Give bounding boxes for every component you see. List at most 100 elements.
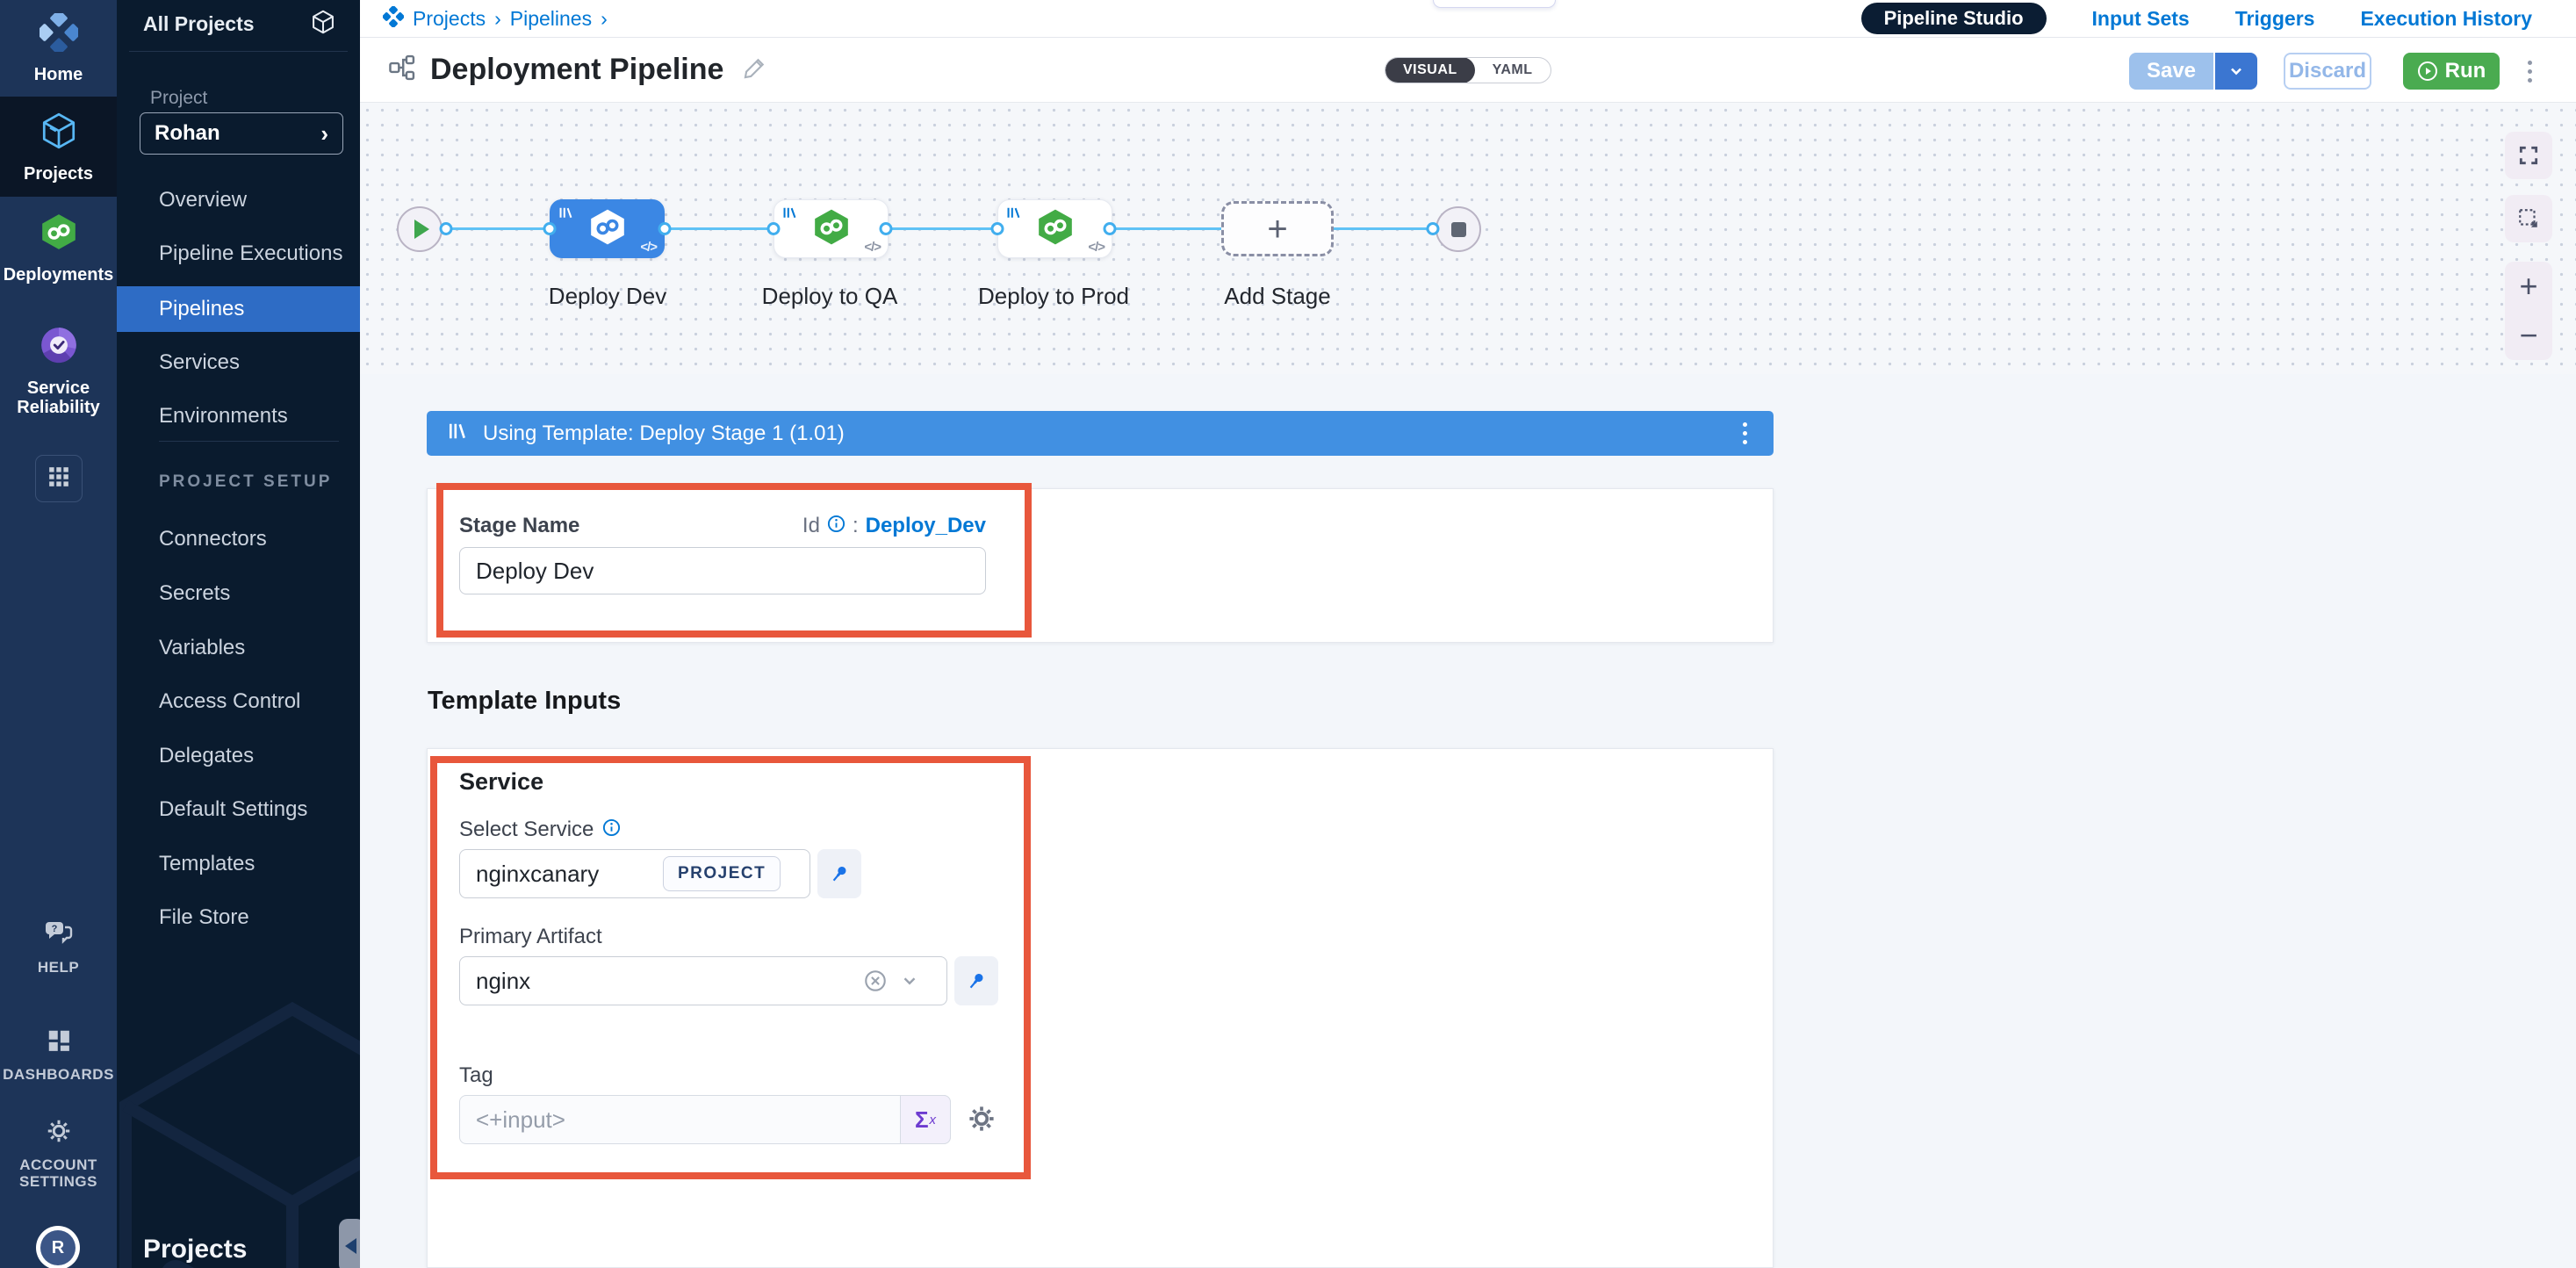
template-badge-icon — [558, 206, 573, 226]
node-port[interactable] — [991, 222, 1004, 235]
breadcrumb-link-pipelines[interactable]: Pipelines — [510, 7, 592, 31]
sidebar-item-pipeline-executions[interactable]: Pipeline Executions — [117, 231, 360, 277]
edit-pencil-icon[interactable] — [743, 55, 767, 84]
sidebar-item-services[interactable]: Services — [117, 340, 360, 385]
pipeline-end-node[interactable] — [1436, 206, 1481, 252]
rail-item-home[interactable]: Home — [0, 0, 117, 97]
cd-stage-icon — [1035, 206, 1076, 251]
sidebar-item-environments[interactable]: Environments — [117, 393, 360, 439]
expression-button[interactable]: Σx — [900, 1095, 951, 1144]
zoom-in-button[interactable]: + — [2505, 262, 2552, 311]
tag-label: Tag — [459, 1063, 493, 1088]
flow-connector — [443, 227, 550, 230]
fullscreen-icon — [2517, 144, 2540, 167]
sidebar-item-overview[interactable]: Overview — [117, 177, 360, 223]
save-options-button[interactable] — [2213, 53, 2257, 90]
service-heading: Service — [459, 768, 543, 796]
node-port[interactable] — [1427, 222, 1440, 235]
breadcrumb-link-projects[interactable]: Projects — [413, 7, 486, 31]
pipeline-start-node[interactable] — [397, 206, 443, 252]
rail-item-service-reliability[interactable]: Service Reliability — [0, 299, 117, 443]
node-port[interactable] — [767, 222, 781, 235]
header-kebab-menu-icon[interactable] — [2522, 55, 2537, 88]
stage-label: Deploy to QA — [733, 283, 926, 310]
gear-icon — [46, 1118, 72, 1149]
rail-item-label: ACCOUNT SETTINGS — [15, 1157, 103, 1190]
page-title: Deployment Pipeline — [430, 53, 723, 87]
service-scope-badge: PROJECT — [663, 856, 781, 891]
breadcrumb-bar: Projects › Pipelines › Pipeline Studio I… — [360, 0, 2576, 38]
stage-node-deploy-to-prod[interactable]: </> — [997, 199, 1112, 258]
clear-icon[interactable] — [863, 969, 888, 998]
tab-pipeline-studio[interactable]: Pipeline Studio — [1861, 3, 2047, 34]
toggle-visual[interactable]: VISUAL — [1385, 57, 1475, 83]
template-badge-icon — [1006, 206, 1021, 226]
rail-item-help[interactable]: ? HELP — [0, 913, 117, 983]
pin-service-button[interactable] — [817, 849, 861, 898]
pipeline-canvas[interactable]: </> </> </> + Deploy Dev Deploy — [360, 103, 2576, 374]
sidebar-item-label: Delegates — [159, 744, 254, 768]
tab-input-sets[interactable]: Input Sets — [2092, 7, 2190, 31]
pin-artifact-button[interactable] — [954, 956, 998, 1005]
cd-stage-icon — [811, 206, 852, 251]
sidebar-item-access-control[interactable]: Access Control — [117, 679, 360, 724]
breadcrumb-separator: › — [494, 7, 501, 31]
node-port[interactable] — [1104, 222, 1117, 235]
chevron-down-icon[interactable] — [900, 971, 919, 995]
node-port[interactable] — [880, 222, 893, 235]
dashboards-icon — [46, 1027, 72, 1058]
template-badge-icon — [782, 206, 797, 226]
discard-button[interactable]: Discard — [2284, 53, 2371, 90]
project-selector[interactable]: Rohan › — [140, 112, 343, 155]
project-selector-value: Rohan — [155, 121, 220, 146]
rail-item-account-settings[interactable]: ACCOUNT SETTINGS — [0, 1108, 117, 1200]
tag-input[interactable] — [459, 1095, 951, 1144]
tab-execution-history[interactable]: Execution History — [2360, 7, 2532, 31]
template-kebab-menu-icon[interactable] — [1738, 417, 1752, 450]
module-grid-button[interactable] — [35, 455, 83, 502]
using-template-bar[interactable]: Using Template: Deploy Stage 1 (1.01) — [427, 411, 1774, 456]
node-port[interactable] — [658, 222, 672, 235]
all-projects-cube-icon[interactable] — [310, 9, 336, 40]
rail-item-dashboards[interactable]: DASHBOARDS — [0, 1017, 117, 1094]
sidebar-collapse-button[interactable] — [339, 1219, 360, 1268]
rail-item-projects[interactable]: Projects — [0, 97, 117, 197]
stage-name-input[interactable] — [459, 547, 986, 594]
sidebar-item-file-store[interactable]: File Store — [117, 895, 360, 940]
stage-name-panel: Stage Name Id : Deploy_Dev — [427, 488, 1774, 643]
sidebar-item-connectors[interactable]: Connectors — [117, 516, 360, 562]
canvas-select-button[interactable] — [2505, 195, 2552, 242]
add-stage-label: Add Stage — [1181, 283, 1374, 310]
sidebar-item-delegates[interactable]: Delegates — [117, 733, 360, 779]
toggle-yaml[interactable]: YAML — [1475, 57, 1551, 83]
breadcrumb-separator: › — [601, 7, 608, 31]
stage-node-deploy-dev[interactable]: </> — [550, 199, 665, 258]
add-stage-button[interactable]: + — [1221, 201, 1334, 256]
sigma-x: x — [930, 1113, 937, 1128]
selection-box-icon — [2517, 207, 2540, 230]
user-avatar[interactable]: R — [36, 1226, 80, 1268]
rail-item-deployments[interactable]: Deployments — [0, 197, 117, 299]
run-button[interactable]: Run — [2403, 53, 2500, 90]
tab-triggers[interactable]: Triggers — [2235, 7, 2315, 31]
sidebar-item-default-settings[interactable]: Default Settings — [117, 787, 360, 832]
sidebar-item-templates[interactable]: Templates — [117, 841, 360, 887]
sidebar-item-pipelines[interactable]: Pipelines — [117, 286, 360, 332]
sidebar-item-variables[interactable]: Variables — [117, 625, 360, 671]
node-port[interactable] — [543, 222, 557, 235]
save-button[interactable]: Save — [2129, 53, 2213, 90]
sidebar-item-secrets[interactable]: Secrets — [117, 571, 360, 616]
zoom-out-button[interactable]: − — [2505, 311, 2552, 360]
tag-settings-gear-icon[interactable] — [967, 1104, 997, 1138]
sidebar-item-label: Default Settings — [159, 797, 307, 822]
canvas-fit-button[interactable] — [2505, 132, 2552, 179]
stage-id-value[interactable]: Deploy_Dev — [866, 514, 986, 538]
divider — [129, 51, 348, 52]
info-icon[interactable] — [602, 818, 621, 841]
sidebar-item-label: Pipelines — [159, 297, 244, 321]
code-badge: </> — [864, 240, 881, 255]
node-port[interactable] — [440, 222, 453, 235]
stage-node-deploy-to-qa[interactable]: </> — [774, 199, 889, 258]
rail-item-label: HELP — [38, 960, 79, 976]
info-icon[interactable] — [827, 515, 845, 537]
